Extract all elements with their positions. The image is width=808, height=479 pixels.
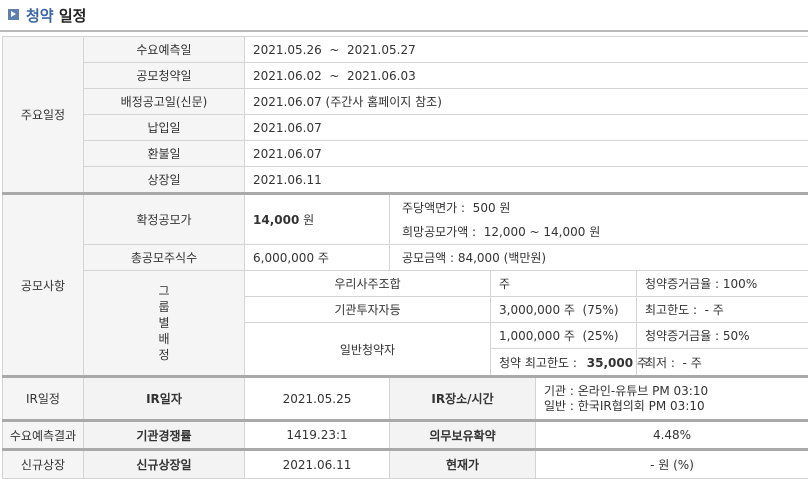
table-row: 수요예측결과 기관경쟁률 1419.23:1 의무보유확약 4.48% bbox=[3, 421, 808, 450]
label-group-allocation: 그 룹 별 배 정 bbox=[84, 271, 245, 376]
label-institution: 기관투자자등 bbox=[245, 297, 491, 323]
section-header: 청약 일정 bbox=[0, 0, 808, 30]
value-par-and-hope-price: 주당액면가 : 500 원 희망공모가액 : 12,000 ~ 14,000 원 bbox=[390, 194, 808, 245]
value-listing-date: 2021.06.11 bbox=[245, 167, 808, 194]
value-institution-shares: 3,000,000 주 (75%) bbox=[491, 297, 637, 323]
title-accent: 청약 bbox=[26, 7, 54, 25]
title-rest: 일정 bbox=[59, 7, 87, 25]
confirmed-price-number: 14,000 bbox=[253, 213, 299, 227]
value-demand-forecast-date: 2021.05.26 ~ 2021.05.27 bbox=[245, 37, 808, 63]
table-row: 공모사항 확정공모가 14,000 원 주당액면가 : 500 원 희망공모가액… bbox=[3, 194, 808, 245]
label-ir-date: IR일자 bbox=[84, 377, 245, 421]
label-listing-day: 신규상장일 bbox=[84, 450, 245, 479]
value-listing-day: 2021.06.11 bbox=[245, 450, 390, 479]
label-employee-union: 우리사주조합 bbox=[245, 271, 491, 297]
value-payment-date: 2021.06.07 bbox=[245, 115, 808, 141]
hope-price: 희망공모가액 : 12,000 ~ 14,000 원 bbox=[402, 220, 800, 244]
section-title: 청약 일정 bbox=[26, 5, 86, 26]
label-listing-date: 상장일 bbox=[84, 167, 245, 194]
table-row: 납입일 2021.06.07 bbox=[3, 115, 808, 141]
table-row: 배정공고일(신문) 2021.06.07 (주간사 홈페이지 참조) bbox=[3, 89, 808, 115]
table-row: 신규상장 신규상장일 2021.06.11 현재가 - 원 (%) bbox=[3, 450, 808, 479]
value-general-shares: 1,000,000 주 (25%) bbox=[491, 323, 637, 349]
label-demand-forecast-date: 수요예측일 bbox=[84, 37, 245, 63]
category-demand-result: 수요예측결과 bbox=[3, 421, 84, 450]
ir-place-institution: 기관 : 온라인-유튜브 PM 03:10 bbox=[544, 384, 800, 399]
label-current-price: 현재가 bbox=[390, 450, 536, 479]
label-confirmed-price: 확정공모가 bbox=[84, 194, 245, 245]
value-total-amount: 공모금액 : 84,000 (백만원) bbox=[390, 245, 808, 271]
table-row: IR일정 IR일자 2021.05.25 IR장소/시간 기관 : 온라인-유튜… bbox=[3, 377, 808, 421]
summary-table: IR일정 IR일자 2021.05.25 IR장소/시간 기관 : 온라인-유튜… bbox=[2, 375, 808, 479]
par-value: 주당액면가 : 500 원 bbox=[402, 196, 800, 220]
header-rule bbox=[0, 30, 808, 32]
label-ir-place: IR장소/시간 bbox=[390, 377, 536, 421]
table-row: 그 룹 별 배 정 우리사주조합 주 청약증거금율 : 100% bbox=[3, 271, 808, 297]
ir-place-general: 일반 : 한국IR협의회 PM 03:10 bbox=[544, 399, 800, 414]
group-allocation-text: 그 룹 별 배 정 bbox=[157, 283, 171, 363]
table-row: 총공모주식수 6,000,000 주 공모금액 : 84,000 (백만원) bbox=[3, 245, 808, 271]
value-allocation-notice-date: 2021.06.07 (주간사 홈페이지 참조) bbox=[245, 89, 808, 115]
value-confirmed-price: 14,000 원 bbox=[245, 194, 390, 245]
table-row: 공모청약일 2021.06.02 ~ 2021.06.03 bbox=[3, 63, 808, 89]
value-current-price: - 원 (%) bbox=[536, 450, 808, 479]
arrow-bullet-icon bbox=[8, 9, 19, 20]
value-lockup: 4.48% bbox=[536, 421, 808, 450]
value-subscription-date: 2021.06.02 ~ 2021.06.03 bbox=[245, 63, 808, 89]
label-allocation-notice-date: 배정공고일(신문) bbox=[84, 89, 245, 115]
table-row: 주요일정 수요예측일 2021.05.26 ~ 2021.05.27 bbox=[3, 37, 808, 63]
label-total-shares: 총공모주식수 bbox=[84, 245, 245, 271]
label-general-subscriber: 일반청약자 bbox=[245, 323, 491, 376]
value-total-shares: 6,000,000 주 bbox=[245, 245, 390, 271]
value-employee-shares: 주 bbox=[491, 271, 637, 297]
label-payment-date: 납입일 bbox=[84, 115, 245, 141]
confirmed-price-unit: 원 bbox=[303, 213, 314, 227]
category-main-schedule: 주요일정 bbox=[3, 37, 84, 194]
label-competition-rate: 기관경쟁률 bbox=[84, 421, 245, 450]
table-row: 상장일 2021.06.11 bbox=[3, 167, 808, 194]
value-institution-limit: 최고한도 : - 주 bbox=[637, 297, 808, 323]
table-row: 환불일 2021.06.07 bbox=[3, 141, 808, 167]
value-general-max: 청약 최고한도 : 35,000 주 bbox=[491, 349, 637, 376]
label-subscription-date: 공모청약일 bbox=[84, 63, 245, 89]
value-refund-date: 2021.06.07 bbox=[245, 141, 808, 167]
value-general-min: 최저 : - 주 bbox=[637, 349, 808, 376]
value-ir-date: 2021.05.25 bbox=[245, 377, 390, 421]
category-offering: 공모사항 bbox=[3, 194, 84, 376]
schedule-table: 주요일정 수요예측일 2021.05.26 ~ 2021.05.27 공모청약일… bbox=[2, 36, 808, 376]
label-lockup: 의무보유확약 bbox=[390, 421, 536, 450]
category-new-listing: 신규상장 bbox=[3, 450, 84, 479]
label-refund-date: 환불일 bbox=[84, 141, 245, 167]
category-ir: IR일정 bbox=[3, 377, 84, 421]
value-general-deposit: 청약증거금율 : 50% bbox=[637, 323, 808, 349]
general-max-prefix: 청약 최고한도 : bbox=[499, 356, 577, 370]
general-max-number: 35,000 bbox=[587, 356, 633, 370]
value-employee-deposit: 청약증거금율 : 100% bbox=[637, 271, 808, 297]
value-ir-place: 기관 : 온라인-유튜브 PM 03:10 일반 : 한국IR협의회 PM 03… bbox=[536, 377, 808, 421]
value-competition-rate: 1419.23:1 bbox=[245, 421, 390, 450]
